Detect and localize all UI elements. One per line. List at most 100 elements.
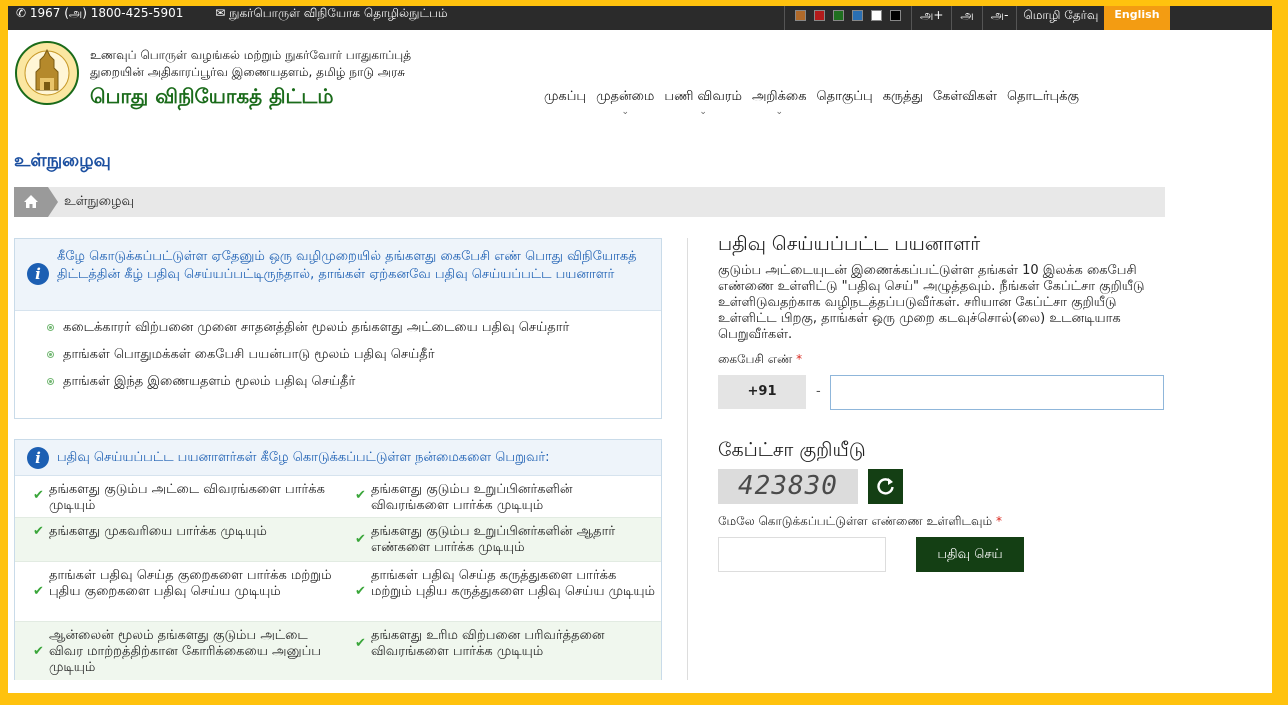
check-icon: ✔ (33, 488, 44, 503)
check-icon: ✔ (355, 636, 366, 651)
captcha-input[interactable] (718, 537, 886, 572)
criteria-item-text: தாங்கள் இந்த இணையதளம் மூலம் பதிவு செய்தீ… (63, 374, 356, 389)
login-title: பதிவு செய்யப்பட்ட பயனாளர் (718, 233, 981, 255)
list-item: தாங்கள் இந்த இணையதளம் மூலம் பதிவு செய்தீ… (15, 373, 615, 390)
column-divider (687, 238, 688, 680)
benefit-row: ✔ தாங்கள் பதிவு செய்த குறைகளை பார்க்க மற்… (15, 562, 661, 622)
check-icon: ✔ (33, 584, 44, 599)
list-item: தாங்கள் பொதுமக்கள் கைபேசி பயன்பாடு மூலம்… (15, 346, 615, 363)
accessibility-tools: அ+ அ அ- மொழி தேர்வு English (784, 0, 1170, 30)
criteria-item-text: கடைக்காரர் விற்பனை முனை சாதனத்தின் மூலம்… (63, 320, 570, 335)
theme-swatch-brown[interactable] (795, 9, 806, 21)
criteria-list: கடைக்காரர் விற்பனை முனை சாதனத்தின் மூலம்… (15, 311, 661, 390)
login-description: குடும்ப அட்டையுடன் இணைக்கப்பட்டுள்ள தங்க… (718, 263, 1145, 342)
benefits-header: i பதிவு செய்யப்பட்ட பயனாளர்கள் கீழே கொடு… (15, 440, 661, 476)
refresh-icon (877, 478, 894, 495)
register-button[interactable]: பதிவு செய் (916, 537, 1024, 572)
nav-home[interactable]: முகப்பு (544, 89, 586, 105)
font-size-controls: அ+ அ அ- (912, 0, 1018, 30)
benefit-row: ✔ தங்களது குடும்ப அட்டை விவரங்களை பார்க்க… (15, 476, 661, 518)
captcha-label-text: மேலே கொடுக்கப்பட்டுள்ள எண்ணை உள்ளிடவும் (718, 514, 993, 528)
top-utility-bar: ✆ 1967 (அ) 1800-425-5901 ✉ நுகர்பொருள் வ… (8, 0, 1272, 30)
captcha-title: கேப்ட்சா குறியீடு (718, 439, 866, 461)
benefit-item: ✔ தாங்கள் பதிவு செய்த கருத்துகளை பார்க்க … (355, 568, 656, 600)
english-language-button[interactable]: English (1104, 0, 1170, 30)
theme-swatch-red[interactable] (814, 9, 825, 21)
benefits-box: i பதிவு செய்யப்பட்ட பயனாளர்கள் கீழே கொடு… (14, 439, 662, 680)
benefit-item: ✔ ஆன்லைன் மூலம் தங்களது குடும்ப அட்டை விவ… (33, 628, 339, 676)
check-icon: ✔ (33, 524, 44, 539)
check-icon: ✔ (355, 532, 366, 547)
criteria-header: i கீழே கொடுக்கப்பட்டுள்ள ஏதேனும் ஒரு வழி… (15, 239, 661, 311)
check-icon: ✔ (355, 584, 366, 599)
benefits-heading: பதிவு செய்யப்பட்ட பயனாளர்கள் கீழே கொடுக்… (57, 450, 550, 465)
mobile-label-text: கைபேசி எண் (718, 352, 793, 366)
benefit-text: ஆன்லைன் மூலம் தங்களது குடும்ப அட்டை விவர… (49, 628, 321, 675)
bullet-icon (47, 378, 54, 385)
theme-swatch-blue[interactable] (852, 9, 863, 21)
nav-work-details[interactable]: பணி விவரம் ⌄ (664, 89, 742, 117)
page-title: உள்நுழைவு (14, 150, 111, 171)
nav-work-details-label: பணி விவரம் (664, 89, 742, 104)
list-item: கடைக்காரர் விற்பனை முனை சாதனத்தின் மூலம்… (15, 319, 615, 336)
theme-swatch-white[interactable] (871, 9, 882, 21)
benefit-item: ✔ தங்களது குடும்ப உறுப்பினர்களின் விவரங்க… (355, 482, 651, 514)
email-contact: ✉ நுகர்பொருள் விநியோக தொழில்நுட்பம் (215, 6, 448, 20)
benefit-item: ✔ தாங்கள் பதிவு செய்த குறைகளை பார்க்க மற்… (33, 568, 339, 600)
info-icon: i (27, 263, 49, 285)
department-line-2: துறையின் அதிகாரப்பூர்வ இணையதளம், தமிழ் ந… (90, 65, 406, 79)
font-increase-button[interactable]: அ+ (912, 0, 953, 30)
benefit-text: தங்களது குடும்ப அட்டை விவரங்களை பார்க்க … (49, 482, 325, 513)
criteria-item-text: தாங்கள் பொதுமக்கள் கைபேசி பயன்பாடு மூலம்… (63, 347, 435, 362)
benefit-row: ✔ தங்களது முகவரியை பார்க்க முடியும் ✔ தங்க… (15, 518, 661, 562)
theme-swatch-green[interactable] (833, 9, 844, 21)
benefit-row: ✔ ஆன்லைன் மூலம் தங்களது குடும்ப அட்டை விவ… (15, 622, 661, 680)
font-decrease-button[interactable]: அ- (983, 0, 1018, 30)
benefit-item: ✔ தங்களது உரிம விற்பனை பரிவர்த்தனை விவரங்… (355, 628, 656, 660)
bullet-icon (47, 351, 54, 358)
refresh-captcha-button[interactable] (868, 469, 903, 504)
main-navigation: முகப்பு முதன்மை ⌄ பணி விவரம் ⌄ அறிக்கை ⌄ தொ… (544, 89, 1079, 117)
chevron-down-icon: ⌄ (699, 107, 707, 117)
nav-feedback[interactable]: கருத்து (883, 89, 923, 105)
criteria-heading: கீழே கொடுக்கப்பட்டுள்ள ஏதேனும் ஒரு வழிமு… (57, 249, 637, 282)
nav-collection[interactable]: தொகுப்பு (817, 89, 873, 105)
benefit-text: தங்களது முகவரியை பார்க்க முடியும் (49, 524, 267, 539)
tn-government-emblem[interactable] (14, 38, 80, 108)
theme-swatch-black[interactable] (890, 9, 901, 21)
department-line-1: உணவுப் பொருள் வழங்கல் மற்றும் நுகர்வோர் … (90, 48, 412, 62)
phone-separator: - (816, 384, 821, 399)
scheme-title[interactable]: பொது விநியோகத் திட்டம் (90, 84, 333, 111)
benefit-item: ✔ தங்களது முகவரியை பார்க்க முடியும் (33, 524, 339, 540)
nav-contact[interactable]: தொடர்புக்கு (1007, 89, 1079, 105)
benefit-text: தங்களது குடும்ப உறுப்பினர்களின் விவரங்கள… (371, 482, 573, 513)
benefit-text: தாங்கள் பதிவு செய்த கருத்துகளை பார்க்க ம… (371, 568, 655, 599)
breadcrumb: உள்நுழைவு (14, 187, 1165, 217)
breadcrumb-current: உள்நுழைவு (64, 194, 134, 209)
benefit-text: தாங்கள் பதிவு செய்த குறைகளை பார்க்க மற்ற… (49, 568, 332, 599)
home-icon[interactable] (14, 187, 58, 217)
captcha-input-label: மேலே கொடுக்கப்பட்டுள்ள எண்ணை உள்ளிடவும் … (718, 514, 1002, 530)
registered-user-criteria-box: i கீழே கொடுக்கப்பட்டுள்ள ஏதேனும் ஒரு வழி… (14, 238, 662, 419)
email-text: நுகர்பொருள் விநியோக தொழில்நுட்பம் (229, 6, 448, 20)
required-mark: * (995, 514, 1002, 528)
contact-info: ✆ 1967 (அ) 1800-425-5901 ✉ நுகர்பொருள் வ… (16, 6, 476, 22)
benefit-item: ✔ தங்களது குடும்ப உறுப்பினர்களின் ஆதார் எ… (355, 524, 651, 556)
benefit-item: ✔ தங்களது குடும்ப அட்டை விவரங்களை பார்க்க… (33, 482, 339, 514)
benefit-text: தங்களது குடும்ப உறுப்பினர்களின் ஆதார் எண… (371, 524, 616, 555)
chevron-down-icon: ⌄ (621, 107, 630, 117)
phone-number: 1967 (அ) 1800-425-5901 (29, 6, 184, 20)
nav-main-label: முதன்மை (596, 89, 655, 104)
phone-contact: ✆ 1967 (அ) 1800-425-5901 (16, 6, 184, 20)
nav-main[interactable]: முதன்மை ⌄ (596, 89, 655, 117)
mobile-number-input[interactable] (830, 375, 1164, 410)
nav-reports-label: அறிக்கை (751, 89, 807, 104)
country-code: +91 (718, 375, 806, 409)
nav-faq[interactable]: கேள்விகள் (933, 89, 997, 105)
required-mark: * (796, 352, 803, 366)
mobile-label: கைபேசி எண் * (718, 352, 802, 368)
nav-reports[interactable]: அறிக்கை ⌄ (751, 89, 807, 117)
info-icon: i (27, 447, 49, 469)
font-normal-button[interactable]: அ (952, 0, 983, 30)
check-icon: ✔ (33, 644, 44, 659)
